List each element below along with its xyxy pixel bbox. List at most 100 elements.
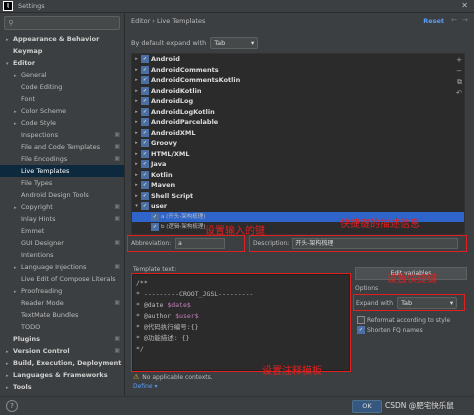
sidebar-item-emmet[interactable]: Emmet bbox=[0, 225, 124, 237]
sidebar-item-proofreading[interactable]: ▸ Proofreading bbox=[0, 285, 124, 297]
sidebar-item-textmate-bundles[interactable]: TextMate Bundles bbox=[0, 309, 124, 321]
template-checkbox[interactable]: ✓ bbox=[141, 76, 149, 85]
undo-icon[interactable]: ↶ bbox=[456, 89, 462, 97]
template-checkbox[interactable]: ✓ bbox=[141, 118, 149, 127]
help-icon[interactable]: ? bbox=[6, 400, 18, 412]
shorten-option[interactable]: ✓ Shorten FQ names bbox=[357, 326, 423, 334]
sidebar-item-language-injections[interactable]: ▸ Language Injections ▣ bbox=[0, 261, 124, 273]
sidebar-item-appearance-behavior[interactable]: ▸ Appearance & Behavior bbox=[0, 33, 124, 45]
back-arrow-icon[interactable]: ← bbox=[451, 16, 457, 24]
template-checkbox[interactable]: ✓ bbox=[141, 55, 149, 64]
sidebar-item-todo[interactable]: TODO bbox=[0, 321, 124, 333]
sidebar-item-file-types[interactable]: File Types bbox=[0, 177, 124, 189]
sidebar-item-editor[interactable]: ▾ Editor bbox=[0, 57, 124, 69]
sidebar-item-plugins[interactable]: Plugins ▣ bbox=[0, 333, 124, 345]
forward-arrow-icon[interactable]: → bbox=[462, 16, 468, 24]
chevron-icon[interactable]: ▸ bbox=[132, 75, 141, 86]
chevron-icon[interactable]: ▸ bbox=[132, 117, 141, 128]
template-group-row[interactable]: ▸ ✓ Groovy bbox=[132, 138, 464, 149]
sidebar-item-tools[interactable]: ▸ Tools bbox=[0, 381, 124, 393]
sidebar-item-live-edit-of-compose-literals[interactable]: Live Edit of Compose Literals bbox=[0, 273, 124, 285]
template-checkbox[interactable]: ✓ bbox=[141, 191, 149, 200]
template-checkbox[interactable]: ✓ bbox=[141, 160, 149, 169]
abbreviation-input[interactable]: a bbox=[175, 238, 226, 249]
sidebar-item-color-scheme[interactable]: ▸ Color Scheme bbox=[0, 105, 124, 117]
sidebar-item-reader-mode[interactable]: Reader Mode ▣ bbox=[0, 297, 124, 309]
template-group-row[interactable]: ▸ ✓ AndroidComments bbox=[132, 65, 464, 76]
chevron-icon[interactable]: ▸ bbox=[132, 54, 141, 65]
template-checkbox[interactable]: ✓ bbox=[151, 223, 159, 232]
reformat-option[interactable]: Reformat according to style bbox=[357, 316, 450, 324]
chevron-icon[interactable]: ▸ bbox=[132, 138, 141, 149]
sidebar-item-intentions[interactable]: Intentions bbox=[0, 249, 124, 261]
chevron-icon[interactable]: ▸ bbox=[132, 149, 141, 160]
add-icon[interactable]: + bbox=[456, 56, 462, 64]
chevron-icon[interactable]: ▸ bbox=[132, 107, 141, 118]
template-text-editor[interactable]: /** * ---------CROOT_JGSL--------- * @date… bbox=[132, 274, 350, 371]
sidebar-item-file-encodings[interactable]: File Encodings ▣ bbox=[0, 153, 124, 165]
template-group-row[interactable]: ▸ ✓ AndroidParcelable bbox=[132, 117, 464, 128]
sidebar-item-general[interactable]: ▸ General bbox=[0, 69, 124, 81]
template-group-row[interactable]: ▸ ✓ Maven bbox=[132, 180, 464, 191]
template-checkbox[interactable]: ✓ bbox=[141, 65, 149, 74]
template-checkbox[interactable]: ✓ bbox=[151, 212, 159, 221]
chevron-icon[interactable]: ▸ bbox=[132, 159, 141, 170]
ok-button[interactable]: OK bbox=[352, 400, 382, 413]
chevron-icon[interactable]: ▸ bbox=[132, 180, 141, 191]
template-checkbox[interactable]: ✓ bbox=[141, 128, 149, 137]
sidebar-item-languages-frameworks[interactable]: ▸ Languages & Frameworks bbox=[0, 369, 124, 381]
reset-button[interactable]: Reset bbox=[423, 17, 444, 25]
template-group-row[interactable]: ▾ ✓ user bbox=[132, 201, 464, 212]
chevron-icon[interactable]: ▸ bbox=[132, 86, 141, 97]
shorten-checkbox[interactable]: ✓ bbox=[357, 326, 365, 334]
sidebar-item-gui-designer[interactable]: GUI Designer ▣ bbox=[0, 237, 124, 249]
template-checkbox[interactable]: ✓ bbox=[141, 202, 149, 211]
chevron-icon[interactable]: ▸ bbox=[132, 170, 141, 181]
template-checkbox[interactable]: ✓ bbox=[141, 149, 149, 158]
default-expand-select[interactable]: Tab ▾ bbox=[210, 37, 259, 49]
sidebar-item-code-style[interactable]: ▸ Code Style bbox=[0, 117, 124, 129]
remove-icon[interactable]: − bbox=[456, 67, 462, 75]
sidebar-item-live-templates[interactable]: Live Templates bbox=[0, 165, 124, 177]
template-checkbox[interactable]: ✓ bbox=[141, 97, 149, 106]
expand-with-select[interactable]: Tab ▾ bbox=[397, 297, 458, 309]
template-group-row[interactable]: ▸ ✓ Shell Script bbox=[132, 191, 464, 202]
template-group-row[interactable]: ▸ ✓ AndroidXML bbox=[132, 128, 464, 139]
define-context-link[interactable]: Define ▾ bbox=[133, 383, 158, 390]
template-checkbox[interactable]: ✓ bbox=[141, 181, 149, 190]
template-group-row[interactable]: ▸ ✓ AndroidKotlin bbox=[132, 86, 464, 97]
sidebar-item-keymap[interactable]: Keymap bbox=[0, 45, 124, 57]
close-icon[interactable]: ✕ bbox=[461, 1, 468, 10]
chevron-icon[interactable]: ▸ bbox=[132, 96, 141, 107]
template-checkbox[interactable]: ✓ bbox=[141, 107, 149, 116]
sidebar-item-code-editing[interactable]: Code Editing bbox=[0, 81, 124, 93]
chevron-icon[interactable]: ▸ bbox=[132, 191, 141, 202]
template-group-row[interactable]: ▸ ✓ AndroidLog bbox=[132, 96, 464, 107]
template-group-row[interactable]: ▸ ✓ Android bbox=[132, 54, 464, 65]
settings-search[interactable]: ⚲ bbox=[4, 16, 120, 30]
template-group-row[interactable]: ▸ ✓ Kotlin bbox=[132, 170, 464, 181]
template-checkbox[interactable]: ✓ bbox=[141, 139, 149, 148]
sidebar-item-build-execution-deployment[interactable]: ▸ Build, Execution, Deployment bbox=[0, 357, 124, 369]
chevron-icon[interactable]: ▸ bbox=[6, 382, 13, 394]
template-checkbox[interactable]: ✓ bbox=[141, 170, 149, 179]
template-group-row[interactable]: ▸ ✓ AndroidLogKotlin bbox=[132, 107, 464, 118]
description-input[interactable]: 开头-架构梳理 bbox=[292, 238, 459, 249]
chevron-icon[interactable]: ▸ bbox=[132, 65, 141, 76]
template-checkbox[interactable]: ✓ bbox=[141, 86, 149, 95]
template-group-row[interactable]: ▸ ✓ AndroidCommentsKotlin bbox=[132, 75, 464, 86]
template-group-row[interactable]: ▸ ✓ HTML/XML bbox=[132, 149, 464, 160]
sidebar-item-font[interactable]: Font bbox=[0, 93, 124, 105]
sidebar-item-inlay-hints[interactable]: Inlay Hints ▣ bbox=[0, 213, 124, 225]
chevron-icon[interactable]: ▾ bbox=[132, 201, 141, 212]
reformat-checkbox[interactable] bbox=[357, 316, 365, 324]
template-group-row[interactable]: ▸ ✓ Java bbox=[132, 159, 464, 170]
sidebar-item-version-control[interactable]: ▸ Version Control ▣ bbox=[0, 345, 124, 357]
chevron-icon[interactable]: ▸ bbox=[132, 128, 141, 139]
sidebar-item-copyright[interactable]: ▸ Copyright ▣ bbox=[0, 201, 124, 213]
sidebar-item-file-and-code-templates[interactable]: File and Code Templates ▣ bbox=[0, 141, 124, 153]
copy-icon[interactable]: ⧉ bbox=[457, 78, 462, 87]
default-expand-label: By default expand with bbox=[131, 39, 207, 47]
sidebar-item-android-design-tools[interactable]: Android Design Tools bbox=[0, 189, 124, 201]
sidebar-item-inspections[interactable]: Inspections ▣ bbox=[0, 129, 124, 141]
